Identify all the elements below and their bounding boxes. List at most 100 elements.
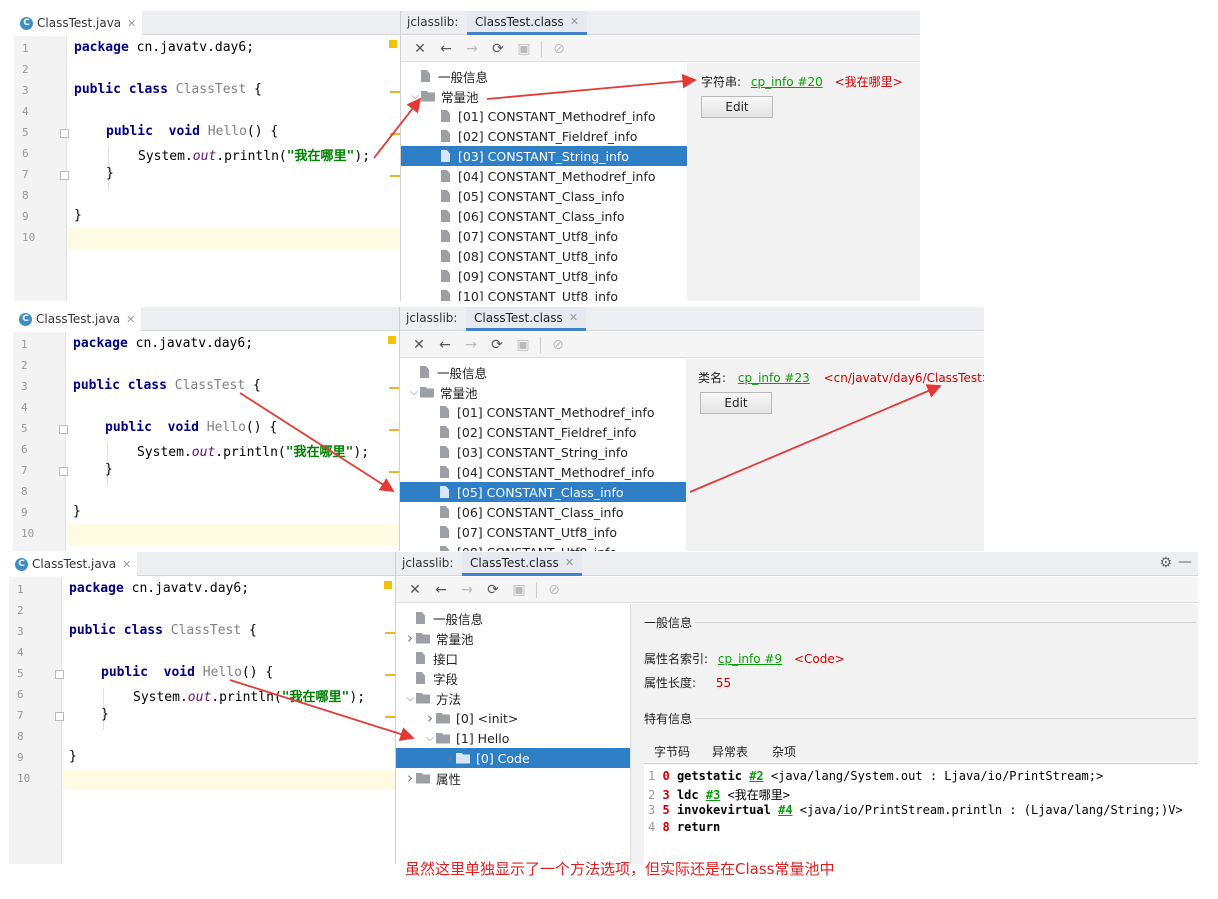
tree-node[interactable]: [09] CONSTANT_Utf8_info <box>401 266 687 286</box>
code-area[interactable]: package cn.javatv.day6; public class Clas… <box>67 332 399 551</box>
editor-file-tab[interactable]: C ClassTest.java ✕ <box>13 307 142 331</box>
tree-node[interactable]: [04] CONSTANT_Methodref_info <box>401 166 687 186</box>
tree-node[interactable]: [02] CONSTANT_Fieldref_info <box>401 126 687 146</box>
editor-file-tab[interactable]: C ClassTest.java ✕ <box>9 552 138 576</box>
refresh-icon[interactable]: ⟳ <box>482 580 504 600</box>
web-icon[interactable]: ⊘ <box>547 335 569 355</box>
save-icon[interactable]: ▣ <box>512 335 534 355</box>
attr-length-row: 属性长度: 55 <box>644 674 731 691</box>
keyword: public <box>69 623 116 638</box>
chevron-down-icon[interactable]: ⌵ <box>409 91 421 102</box>
inspection-status-icon[interactable] <box>384 581 392 589</box>
minimize-icon[interactable]: — <box>1178 554 1192 570</box>
close-tab-icon[interactable]: ✕ <box>570 15 579 28</box>
bytecode-ref-link[interactable]: #3 <box>706 788 720 802</box>
tree-node[interactable]: 一般信息 <box>401 66 687 86</box>
back-icon[interactable]: ← <box>430 580 452 600</box>
tree-node[interactable]: 一般信息 <box>400 362 686 382</box>
chevron-down-icon[interactable]: ⌵ <box>408 387 420 398</box>
method-signature: () { <box>246 124 279 139</box>
tree-node[interactable]: › 属性 <box>396 768 630 788</box>
tree-node[interactable]: ⌵ 常量池 <box>401 86 687 106</box>
chevron-right-icon[interactable]: › <box>404 629 416 647</box>
tree-node[interactable]: [10] CONSTANT_Utf8_info <box>401 286 687 301</box>
edit-button[interactable]: Edit <box>701 96 773 118</box>
subtab-0[interactable]: 字节码 <box>654 743 690 760</box>
bytecode-ref-link[interactable]: #2 <box>749 769 763 783</box>
brace: { <box>246 82 262 97</box>
refresh-icon[interactable]: ⟳ <box>486 335 508 355</box>
class-file-tab[interactable]: ClassTest.class ✕ <box>466 307 587 331</box>
folder-icon <box>456 752 470 764</box>
tree-node[interactable]: ⌵ [1] Hello <box>396 728 630 748</box>
cp-info-link[interactable]: cp_info #9 <box>718 652 782 666</box>
tree-node[interactable]: [02] CONSTANT_Fieldref_info <box>400 422 686 442</box>
tree-node[interactable]: ⌵ 方法 <box>396 688 630 708</box>
cp-info-link[interactable]: cp_info #20 <box>751 75 823 89</box>
code-area[interactable]: package cn.javatv.day6; public class Clas… <box>68 36 400 301</box>
close-icon[interactable]: ✕ <box>409 39 431 59</box>
tree-node[interactable]: 接口 <box>396 648 630 668</box>
tree-node[interactable]: [03] CONSTANT_String_info <box>400 442 686 462</box>
back-icon[interactable]: ← <box>434 335 456 355</box>
bytecode-ref-link[interactable]: #4 <box>778 803 792 817</box>
editor-file-tab[interactable]: C ClassTest.java ✕ <box>14 11 143 35</box>
save-icon[interactable]: ▣ <box>513 39 535 59</box>
close-icon[interactable]: ✕ <box>408 335 430 355</box>
close-tab-icon[interactable]: ✕ <box>569 311 578 324</box>
refresh-icon[interactable]: ⟳ <box>487 39 509 59</box>
bytecode-view[interactable]: 1 0 getstatic #2 <java/lang/System.out :… <box>644 765 1198 864</box>
tree-node[interactable]: [06] CONSTANT_Class_info <box>401 206 687 226</box>
tree-node[interactable]: 一般信息 <box>396 608 630 628</box>
subtab-1[interactable]: 异常表 <box>712 743 748 760</box>
tree-node[interactable]: [01] CONSTANT_Methodref_info <box>401 106 687 126</box>
tree-node[interactable]: › [0] <init> <box>396 708 630 728</box>
tree-node[interactable]: [05] CONSTANT_Class_info <box>401 186 687 206</box>
cp-info-link[interactable]: cp_info #23 <box>738 371 810 385</box>
tree-node[interactable]: [03] CONSTANT_String_info <box>401 146 687 166</box>
code-area[interactable]: package cn.javatv.day6; public class Clas… <box>63 577 395 864</box>
chevron-down-icon[interactable]: ⌵ <box>404 693 416 704</box>
code-line: System.out.println("我在哪里"); <box>137 441 369 460</box>
tree-node[interactable]: [01] CONSTANT_Methodref_info <box>400 402 686 422</box>
settings-gear-icon[interactable]: ⚙ <box>1159 555 1172 571</box>
tree-node[interactable]: [07] CONSTANT_Utf8_info <box>401 226 687 246</box>
chevron-down-icon[interactable]: ⌵ <box>424 733 436 744</box>
inspection-status-icon[interactable] <box>389 40 397 48</box>
tree-node[interactable]: [06] CONSTANT_Class_info <box>400 502 686 522</box>
tree-node[interactable]: [05] CONSTANT_Class_info <box>400 482 686 502</box>
file-icon <box>440 406 449 418</box>
close-icon[interactable]: ✕ <box>404 580 426 600</box>
tree-node[interactable]: 字段 <box>396 668 630 688</box>
tree-node[interactable]: [04] CONSTANT_Methodref_info <box>400 462 686 482</box>
subtab-2[interactable]: 杂项 <box>772 743 796 760</box>
forward-icon[interactable]: → <box>461 39 483 59</box>
close-tab-icon[interactable]: ✕ <box>127 17 136 30</box>
inspection-status-icon[interactable] <box>388 336 396 344</box>
code-line: System.out.println("我在哪里"); <box>138 145 370 164</box>
close-tab-icon[interactable]: ✕ <box>126 313 135 326</box>
forward-icon[interactable]: → <box>460 335 482 355</box>
tree-node[interactable]: › 常量池 <box>396 628 630 648</box>
class-file-tab[interactable]: ClassTest.class ✕ <box>467 11 588 35</box>
tree-node[interactable]: › [0] Code <box>396 748 630 768</box>
forward-icon[interactable]: → <box>456 580 478 600</box>
chevron-right-icon[interactable]: › <box>424 709 436 727</box>
web-icon[interactable]: ⊘ <box>548 39 570 59</box>
save-icon[interactable]: ▣ <box>508 580 530 600</box>
folder-icon <box>420 386 434 398</box>
tree-node[interactable]: [08] CONSTANT_Utf8_info <box>401 246 687 266</box>
close-tab-icon[interactable]: ✕ <box>122 558 131 571</box>
tree-node-label: 一般信息 <box>433 611 484 627</box>
back-icon[interactable]: ← <box>435 39 457 59</box>
tree-node[interactable]: [07] CONSTANT_Utf8_info <box>400 522 686 542</box>
edit-button[interactable]: Edit <box>700 392 772 414</box>
class-file-tab[interactable]: ClassTest.class ✕ <box>462 552 583 576</box>
tree-node[interactable]: [08] CONSTANT_Utf8_info <box>400 542 686 551</box>
tree-node[interactable]: ⌵ 常量池 <box>400 382 686 402</box>
close-tab-icon[interactable]: ✕ <box>565 556 574 569</box>
chevron-right-icon[interactable]: › <box>444 749 456 767</box>
web-icon[interactable]: ⊘ <box>543 580 565 600</box>
chevron-right-icon[interactable]: › <box>404 769 416 787</box>
jclasslib-label: jclasslib: <box>402 556 454 570</box>
